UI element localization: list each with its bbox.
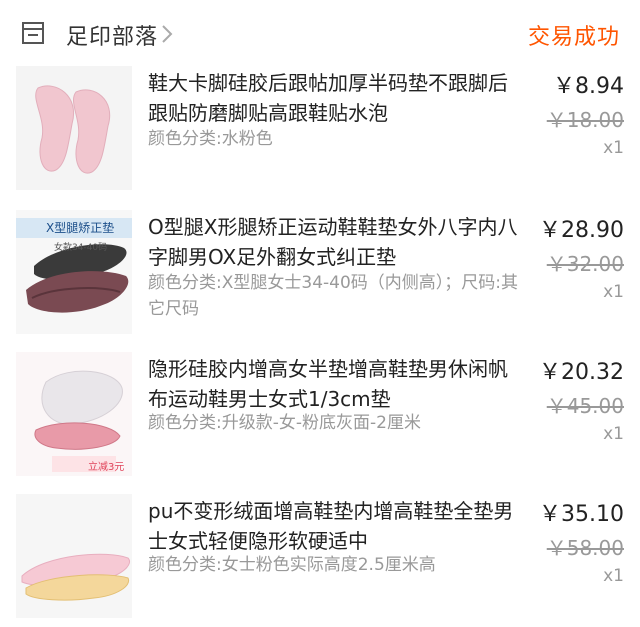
thumbnail-banner-text: X型腿矫正垫 [46, 221, 115, 235]
product-quantity: x1 [603, 138, 624, 158]
shop-name[interactable]: 足印部落 [66, 19, 158, 51]
product-title[interactable]: 隐形硅胶内增高女半垫增高鞋垫男休闲帆布运动鞋男士女式1/3cm垫 [148, 354, 520, 414]
order-item[interactable]: pu不变形绒面增高鞋垫内增高鞋垫全垫男士女式轻便隐形软硬适中 颜色分类:女士粉色… [0, 494, 640, 627]
product-thumbnail[interactable]: 立减3元 [16, 352, 132, 476]
original-price: ￥18.00 [546, 108, 624, 132]
product-thumbnail[interactable] [16, 66, 132, 190]
order-item[interactable]: X型腿矫正垫 女款34-40码 O型腿X形腿矫正运动鞋鞋垫女外八字内八字脚男OX… [0, 210, 640, 345]
product-title[interactable]: O型腿X形腿矫正运动鞋鞋垫女外八字内八字脚男OX足外翻女式纠正垫 [148, 212, 520, 272]
thumbnail-promo-tag: 立减3元 [88, 462, 125, 473]
product-thumbnail[interactable]: X型腿矫正垫 女款34-40码 [16, 210, 132, 334]
shop-header[interactable]: 足印部落 交易成功 [0, 0, 640, 66]
product-quantity: x1 [603, 566, 624, 586]
order-item[interactable]: 立减3元 隐形硅胶内增高女半垫增高鞋垫男休闲帆布运动鞋男士女式1/3cm垫 颜色… [0, 352, 640, 487]
product-price: ￥35.10 [539, 502, 624, 527]
order-item[interactable]: 鞋大卡脚硅胶后跟帖加厚半码垫不跟脚后跟贴防磨脚贴高跟鞋贴水泡 颜色分类:水粉色 … [0, 66, 640, 201]
original-price: ￥32.00 [546, 252, 624, 276]
original-price: ￥45.00 [546, 394, 624, 418]
product-quantity: x1 [603, 424, 624, 444]
chevron-right-icon[interactable] [160, 24, 174, 44]
product-quantity: x1 [603, 282, 624, 302]
product-spec: 颜色分类:水粉色 [148, 129, 273, 149]
product-title[interactable]: 鞋大卡脚硅胶后跟帖加厚半码垫不跟脚后跟贴防磨脚贴高跟鞋贴水泡 [148, 68, 520, 128]
product-title[interactable]: pu不变形绒面增高鞋垫内增高鞋垫全垫男士女式轻便隐形软硬适中 [148, 496, 520, 556]
thumbnail-sub-text: 女款34-40码 [54, 243, 108, 253]
order-status: 交易成功 [527, 25, 620, 50]
product-price: ￥8.94 [553, 74, 624, 99]
product-spec: 颜色分类:女士粉色实际高度2.5厘米高 [148, 555, 436, 575]
store-icon [20, 20, 46, 46]
product-thumbnail[interactable] [16, 494, 132, 618]
original-price: ￥58.00 [546, 536, 624, 560]
product-spec: 颜色分类:X型腿女士34-40码（内侧高）；尺码:其它尺码 [148, 273, 518, 319]
product-price: ￥28.90 [539, 218, 624, 243]
product-spec: 颜色分类:升级款-女-粉底灰面-2厘米 [148, 413, 421, 433]
product-price: ￥20.32 [539, 360, 624, 385]
